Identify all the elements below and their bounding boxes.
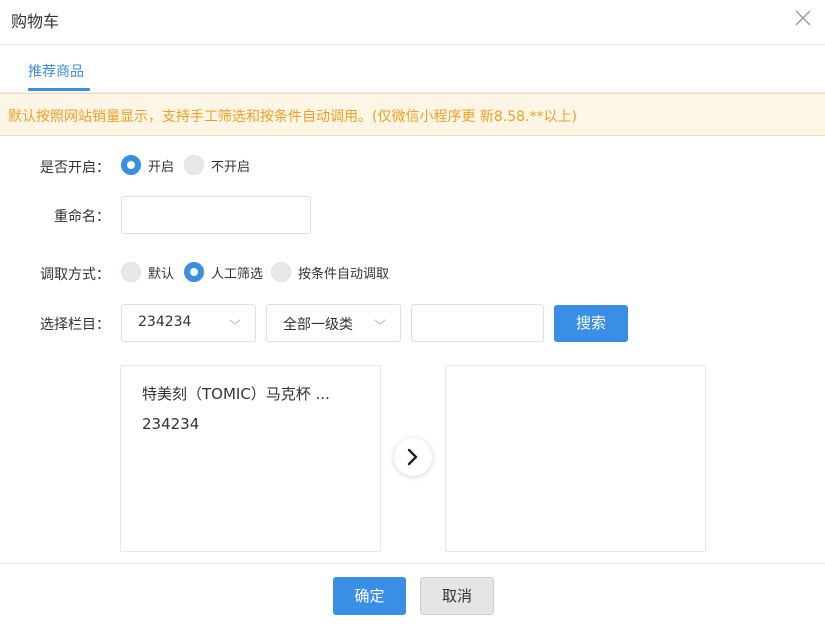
tab-active-indicator: [28, 88, 90, 91]
radio-label: 不开启: [211, 159, 251, 175]
rename-input[interactable]: [121, 196, 311, 234]
column-label: 选择栏目：: [40, 317, 110, 333]
notice-banner: 默认按照网站销量显示，支持手工筛选和按条件自动调用。(仅微信小程序更 新8.58…: [0, 93, 825, 136]
notice-text: 默认按照网站销量显示，支持手工筛选和按条件自动调用。(仅微信小程序更 新8.58…: [8, 109, 577, 125]
transfer-right-button[interactable]: [394, 438, 432, 476]
radio-enable-on[interactable]: 开启: [121, 155, 174, 175]
cart-dialog: 购物车 推荐商品 默认按照网站销量显示，支持手工筛选和按条件自动调用。(仅微信小…: [0, 0, 825, 624]
radio-label: 默认: [148, 266, 175, 282]
radio-label: 按条件自动调取: [298, 266, 390, 282]
dialog-header: 购物车: [0, 0, 825, 45]
dialog-footer: 确定 取消: [0, 563, 825, 624]
radio-enable-off[interactable]: 不开启: [184, 155, 250, 175]
chevron-down-icon: [229, 319, 241, 325]
dialog-title: 购物车: [11, 12, 60, 31]
rename-label: 重命名：: [54, 209, 110, 225]
column-select[interactable]: 234234: [121, 304, 256, 342]
chevron-right-icon: [407, 448, 418, 466]
column-select-value: 234234: [138, 314, 192, 330]
target-list-panel: [445, 365, 706, 552]
search-button[interactable]: 搜索: [554, 305, 628, 342]
radio-checked-indicator: [184, 262, 204, 282]
cancel-button[interactable]: 取消: [420, 577, 494, 615]
radio-label: 人工筛选: [211, 266, 264, 282]
category-select[interactable]: 全部一级类: [266, 304, 401, 342]
radio-label: 开启: [148, 159, 175, 175]
category-select-value: 全部一级类: [283, 317, 353, 333]
fetch-mode-label: 调取方式：: [40, 267, 110, 283]
radio-fetch-auto[interactable]: 按条件自动调取: [271, 262, 389, 282]
radio-fetch-default[interactable]: 默认: [121, 262, 174, 282]
chevron-down-icon: [374, 319, 386, 325]
tab-recommended-products[interactable]: 推荐商品: [28, 61, 84, 91]
list-item[interactable]: 234234: [142, 415, 199, 433]
radio-fetch-manual[interactable]: 人工筛选: [184, 262, 263, 282]
radio-unchecked-indicator: [184, 155, 204, 175]
list-item[interactable]: 特美刻（TOMIC）马克杯 ...: [142, 383, 330, 404]
tab-bar: 推荐商品: [0, 45, 825, 93]
confirm-button[interactable]: 确定: [333, 577, 406, 615]
search-input[interactable]: [411, 304, 544, 342]
source-list-panel: 特美刻（TOMIC）马克杯 ... 234234: [120, 365, 381, 552]
radio-unchecked-indicator: [121, 262, 141, 282]
enable-label: 是否开启：: [40, 160, 110, 176]
radio-unchecked-indicator: [271, 262, 291, 282]
close-icon[interactable]: [793, 8, 813, 28]
radio-checked-indicator: [121, 155, 141, 175]
